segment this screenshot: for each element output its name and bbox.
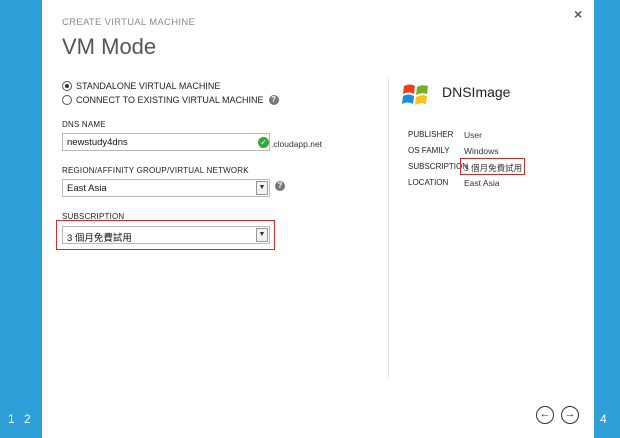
windows-logo-icon <box>402 84 428 105</box>
image-name: DNSImage <box>442 84 511 100</box>
region-value: East Asia <box>67 183 107 194</box>
close-icon[interactable]: × <box>574 6 582 22</box>
radio-connect-existing-label: CONNECT TO EXISTING VIRTUAL MACHINE <box>76 95 264 105</box>
wizard-step-bar-left <box>0 0 42 438</box>
location-label: LOCATION <box>408 178 449 187</box>
page-title: VM Mode <box>62 34 157 59</box>
step-4-link[interactable]: 4 <box>600 412 607 426</box>
dns-name-input[interactable]: newstudy4dns <box>62 133 270 151</box>
radio-connect-existing-button[interactable] <box>62 95 72 105</box>
step-1-link[interactable]: 1 <box>8 412 15 426</box>
help-icon[interactable]: ? <box>275 181 285 191</box>
os-family-label: OS FAMILY <box>408 146 450 155</box>
radio-standalone[interactable]: STANDALONE VIRTUAL MACHINE <box>62 81 220 91</box>
radio-standalone-button[interactable] <box>62 81 72 91</box>
radio-connect-existing[interactable]: CONNECT TO EXISTING VIRTUAL MACHINE ? <box>62 95 279 105</box>
wizard-label: CREATE VIRTUAL MACHINE <box>62 17 196 28</box>
help-icon[interactable]: ? <box>268 95 279 105</box>
next-button[interactable]: → <box>561 406 579 424</box>
publisher-value: User <box>464 130 482 140</box>
region-label: REGION/AFFINITY GROUP/VIRTUAL NETWORK <box>62 166 249 175</box>
radio-standalone-label: STANDALONE VIRTUAL MACHINE <box>76 81 221 91</box>
chevron-down-icon[interactable]: ▼ <box>256 181 268 195</box>
back-button[interactable]: ← <box>536 406 554 424</box>
column-divider <box>388 78 389 378</box>
chevron-down-icon[interactable]: ▼ <box>256 228 268 242</box>
step-2-link[interactable]: 2 <box>24 412 31 426</box>
subscription-summary-value: 3 個月免費試用 <box>464 163 523 173</box>
dns-suffix: .cloudapp.net <box>271 139 323 149</box>
valid-check-icon: ✓ <box>258 137 269 148</box>
subscription-value: 3 個月免費試用 <box>67 233 132 244</box>
publisher-label: PUBLISHER <box>408 130 454 139</box>
wizard-step-bar-right <box>594 0 620 438</box>
subscription-select[interactable]: 3 個月免費試用 ▼ <box>62 226 270 244</box>
subscription-summary-label: SUBSCRIPTION <box>408 162 469 171</box>
wizard-panel <box>42 0 594 438</box>
region-select[interactable]: East Asia ▼ <box>62 179 270 197</box>
dns-name-label: DNS NAME <box>62 120 106 129</box>
location-value: East Asia <box>464 178 500 188</box>
os-family-value: Windows <box>464 146 499 156</box>
